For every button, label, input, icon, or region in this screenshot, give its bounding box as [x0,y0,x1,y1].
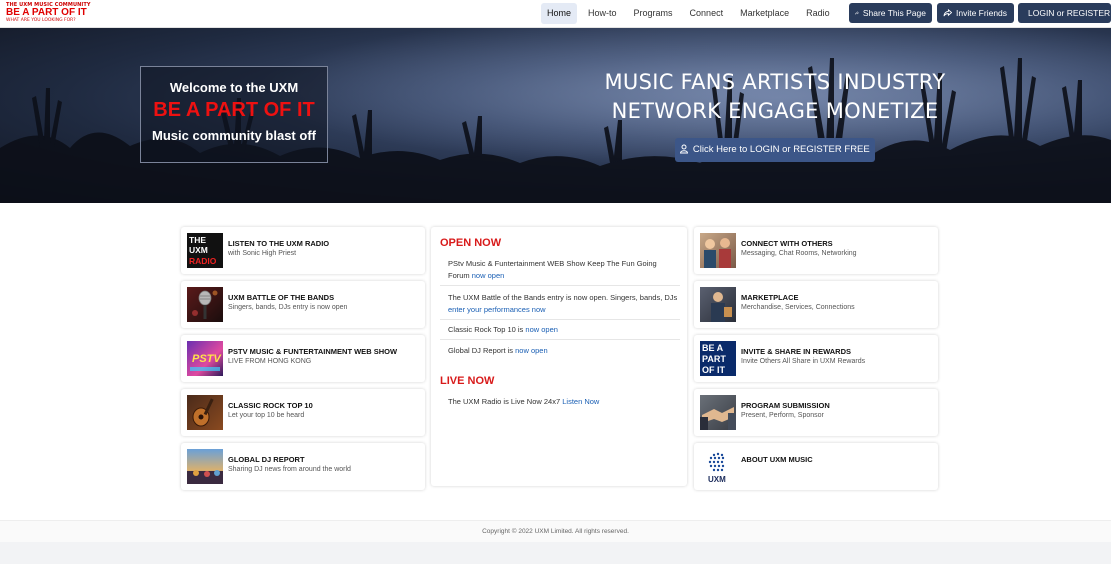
open-now-item: PStv Music & Funtertainment WEB Show Kee… [440,258,680,286]
card-subtitle: Messaging, Chat Rooms, Networking [741,250,857,257]
card-title: UXM BATTLE OF THE BANDS [228,293,335,302]
market-thumb-icon [700,287,736,322]
svg-text:PART: PART [702,354,726,364]
invite-friends-label: Invite Friends [956,8,1008,18]
card-marketplace[interactable]: MARKETPLACE Merchandise, Services, Conne… [694,281,938,328]
card-subtitle: Sharing DJ news from around the world [228,466,351,473]
guitar-thumb-icon [187,395,223,430]
open-now-link[interactable]: enter your performances now [448,305,546,314]
svg-text:THE: THE [189,235,206,245]
open-now-link[interactable]: now open [515,346,548,355]
card-subtitle: Present, Perform, Sponsor [741,412,824,419]
login-register-label: LOGIN or REGISTER [1028,8,1111,18]
login-register-button[interactable]: LOGIN or REGISTER [1018,3,1111,23]
open-now-link[interactable]: now open [525,325,558,334]
radio-thumb-icon: THE UXM RADIO [187,233,223,268]
svg-text:OF IT: OF IT [702,365,725,375]
pstv-thumb-icon: PSTV [187,341,223,376]
svg-text:RADIO: RADIO [189,256,217,266]
top-navbar: THE UXM MUSIC COMMUNITY BE A PART OF IT … [0,0,1111,28]
site-logo[interactable]: THE UXM MUSIC COMMUNITY BE A PART OF IT … [6,2,91,24]
open-now-item-text: Global DJ Report is [448,346,514,355]
nav-link-home[interactable]: Home [541,3,578,24]
card-about-uxm[interactable]: UXM ABOUT UXM MUSIC [694,443,938,490]
card-title: PSTV MUSIC & FUNTERTAINMENT WEB SHOW [228,347,398,356]
invite-friends-button[interactable]: Invite Friends [937,3,1014,23]
nav-link-connect[interactable]: Connect [684,3,730,24]
live-now-item-text: The UXM Radio is Live Now 24x7 [448,397,561,406]
copyright-text: Copyright © 2022 UXM Limited. All rights… [482,528,629,535]
open-now-heading: OPEN NOW [440,237,502,249]
news-panel: OPEN NOW PStv Music & Funtertainment WEB… [431,227,687,486]
nav-link-marketplace[interactable]: Marketplace [734,3,795,24]
svg-text:UXM: UXM [189,245,208,255]
logo-line-3: WHAT ARE YOU LOOKING FOR? [6,18,76,23]
open-now-item-text: Classic Rock Top 10 is [448,325,524,334]
share-icon [855,11,859,15]
card-title: ABOUT UXM MUSIC [741,455,813,464]
welcome-box: Welcome to the UXM BE A PART OF IT Music… [140,66,328,163]
microphone-thumb-icon [187,287,223,322]
people-thumb-icon [700,233,736,268]
card-subtitle: Invite Others All Share in UXM Rewards [741,358,866,365]
open-now-item: Classic Rock Top 10 is now open [440,324,680,340]
svg-text:BE A: BE A [702,343,724,353]
card-subtitle: LIVE FROM HONG KONG [228,358,312,365]
dj-thumb-icon [187,449,223,484]
hero-headline-1: MUSIC FANS ARTISTS INDUSTRY [604,70,946,94]
be-a-part-of-it-badge-icon: BE A PART OF IT [700,341,736,376]
open-now-item: Global DJ Report is now open [440,345,680,359]
share-icon [943,9,952,17]
card-connect-with-others[interactable]: CONNECT WITH OTHERS Messaging, Chat Room… [694,227,938,274]
uxm-logo-icon: UXM [700,449,736,484]
card-title: INVITE & SHARE IN REWARDS [741,347,852,356]
card-subtitle: Singers, bands, DJs entry is now open [228,304,348,311]
card-subtitle: with Sonic High Priest [228,250,297,257]
open-now-item-text: The UXM Battle of the Bands entry is now… [448,293,678,302]
hero-headline-2: NETWORK ENGAGE MONETIZE [611,99,939,123]
card-title: CLASSIC ROCK TOP 10 [228,401,313,410]
card-global-dj-report[interactable]: GLOBAL DJ REPORT Sharing DJ news from ar… [181,443,425,490]
handshake-thumb-icon [700,395,736,430]
footer: Copyright © 2022 UXM Limited. All rights… [0,520,1111,542]
hero-banner: Welcome to the UXM BE A PART OF IT Music… [0,28,1111,203]
nav-link-programs[interactable]: Programs [628,3,679,24]
card-program-submission[interactable]: PROGRAM SUBMISSION Present, Perform, Spo… [694,389,938,436]
card-title: LISTEN TO THE UXM RADIO [228,239,330,248]
card-battle-of-bands[interactable]: UXM BATTLE OF THE BANDS Singers, bands, … [181,281,425,328]
card-uxm-radio[interactable]: THE UXM RADIO LISTEN TO THE UXM RADIO wi… [181,227,425,274]
welcome-subtitle: Music community blast off [152,128,316,143]
hero-login-register-button[interactable]: Click Here to LOGIN or REGISTER FREE [675,138,875,162]
card-subtitle: Merchandise, Services, Connections [741,304,855,311]
nav-link-radio[interactable]: Radio [800,3,836,24]
live-now-link[interactable]: Listen Now [562,397,599,406]
nav-links: Home How-to Programs Connect Marketplace… [541,3,841,24]
share-page-button[interactable]: Share This Page [849,3,932,23]
hero-cta-label: Click Here to LOGIN or REGISTER FREE [692,144,870,155]
card-invite-rewards[interactable]: BE A PART OF IT INVITE & SHARE IN REWARD… [694,335,938,382]
welcome-text: Welcome to the UXM [169,80,299,95]
open-now-link[interactable]: now open [472,271,505,280]
card-title: PROGRAM SUBMISSION [741,401,830,410]
card-title: GLOBAL DJ REPORT [228,455,305,464]
svg-text:UXM: UXM [708,475,726,484]
live-now-item: The UXM Radio is Live Now 24x7 Listen No… [440,396,680,410]
logo-line-2: BE A PART OF IT [6,7,87,18]
svg-text:PSTV: PSTV [192,353,222,365]
card-pstv-web-show[interactable]: PSTV PSTV MUSIC & FUNTERTAINMENT WEB SHO… [181,335,425,382]
share-page-label: Share This Page [862,8,926,18]
live-now-heading: LIVE NOW [440,375,495,387]
open-now-item: The UXM Battle of the Bands entry is now… [440,292,680,320]
card-classic-rock[interactable]: CLASSIC ROCK TOP 10 Let your top 10 be h… [181,389,425,436]
card-title: MARKETPLACE [741,293,799,302]
welcome-tagline: BE A PART OF IT [153,99,315,121]
card-subtitle: Let your top 10 be heard [228,412,305,419]
user-icon [680,144,689,154]
card-title: CONNECT WITH OTHERS [741,239,833,248]
nav-link-how-to[interactable]: How-to [582,3,623,24]
